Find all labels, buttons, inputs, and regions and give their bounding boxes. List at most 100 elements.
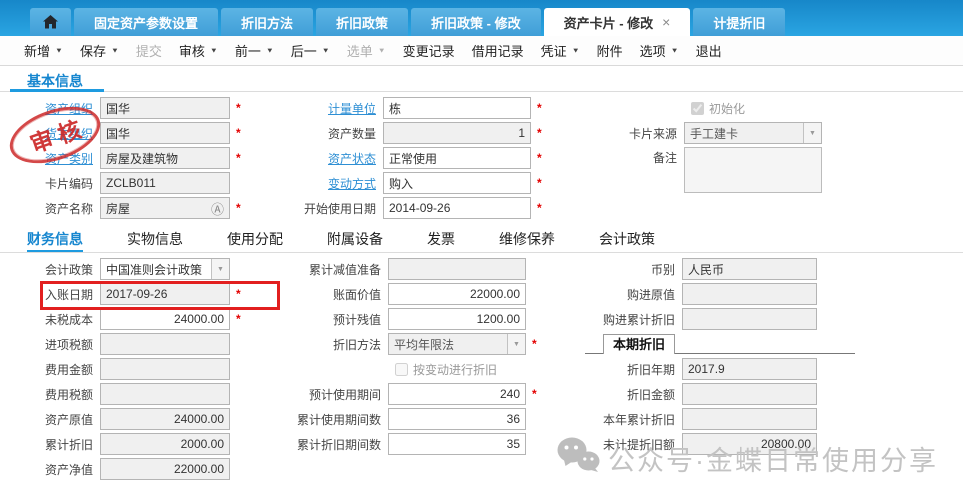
required-marker: * bbox=[236, 126, 241, 140]
asset-status-field[interactable]: 正常使用 bbox=[383, 147, 531, 169]
change-record-button[interactable]: 变更记录 bbox=[403, 41, 455, 60]
highlight-rectangle bbox=[40, 281, 280, 310]
depreciation-period-field: 2017.9 bbox=[682, 358, 817, 380]
next-button[interactable]: 后一▼ bbox=[291, 41, 330, 60]
purchase-original-field bbox=[682, 283, 817, 305]
tab-fixed-asset-params[interactable]: 固定资产参数设置 bbox=[74, 8, 218, 36]
init-checkbox-label: 初始化 bbox=[709, 100, 745, 117]
accum-depreciation-label: 累计折旧 bbox=[0, 436, 100, 453]
expense-tax-label: 费用税额 bbox=[0, 386, 100, 403]
impairment-label: 累计减值准备 bbox=[268, 261, 388, 278]
remark-label: 备注 bbox=[558, 147, 684, 169]
required-marker: * bbox=[532, 387, 537, 401]
dropdown-arrow-icon: ▼ bbox=[111, 47, 119, 55]
card-source-label: 卡片来源 bbox=[558, 125, 684, 142]
asset-status-label[interactable]: 资产状态 bbox=[268, 150, 383, 167]
accum-depreciation-field: 2000.00 bbox=[100, 433, 230, 455]
original-value-field: 24000.00 bbox=[100, 408, 230, 430]
tab-usage-allocation[interactable]: 使用分配 bbox=[227, 229, 283, 253]
required-marker: * bbox=[537, 101, 542, 115]
borrow-record-button[interactable]: 借用记录 bbox=[472, 41, 524, 60]
watermark: 公众号·金蝶日常使用分享 bbox=[556, 436, 938, 481]
expected-periods-field[interactable]: 240 bbox=[388, 383, 526, 405]
basic-column-2: 计量单位 栋 * 资产数量 1 * 资产状态 正常使用 * 变动方式 购入 * … bbox=[268, 97, 542, 222]
owner-org-field: 国华 bbox=[100, 122, 230, 144]
card-code-field: ZCLB011 bbox=[100, 172, 230, 194]
previous-button[interactable]: 前一▼ bbox=[235, 41, 274, 60]
home-icon bbox=[43, 15, 58, 29]
tab-physical-info[interactable]: 实物信息 bbox=[127, 229, 183, 253]
voucher-button[interactable]: 凭证▼ bbox=[541, 41, 580, 60]
used-periods-field: 36 bbox=[388, 408, 526, 430]
depreciation-method-select: 平均年限法 ▼ bbox=[388, 333, 526, 355]
required-marker: * bbox=[236, 101, 241, 115]
depreciation-method-label: 折旧方法 bbox=[268, 336, 388, 353]
input-tax-label: 进项税额 bbox=[0, 336, 100, 353]
depreciate-by-change-row: 按变动进行折旧 bbox=[268, 358, 537, 380]
submit-button: 提交 bbox=[136, 41, 162, 60]
finance-column-2: 累计减值准备 账面价值 22000.00 预计残值 1200.00 折旧方法 平… bbox=[268, 258, 537, 458]
basic-column-3: 初始化 卡片来源 手工建卡 ▼ 备注 bbox=[558, 97, 822, 200]
divider-accent bbox=[10, 89, 104, 92]
change-mode-field[interactable]: 购入 bbox=[383, 172, 531, 194]
residual-value-field[interactable]: 1200.00 bbox=[388, 308, 526, 330]
save-button[interactable]: 保存▼ bbox=[80, 41, 119, 60]
required-marker: * bbox=[236, 201, 241, 215]
tab-provision-depreciation[interactable]: 计提折旧 bbox=[693, 8, 785, 36]
audit-button[interactable]: 审核▼ bbox=[179, 41, 218, 60]
unit-label[interactable]: 计量单位 bbox=[268, 100, 383, 117]
expense-amount-field bbox=[100, 358, 230, 380]
wechat-icon bbox=[556, 436, 600, 481]
tab-maintenance[interactable]: 维修保养 bbox=[499, 229, 555, 253]
multilingual-icon[interactable]: Ⓐ bbox=[211, 199, 224, 218]
quantity-label: 资产数量 bbox=[268, 125, 383, 142]
tab-depreciation-policy[interactable]: 折旧政策 bbox=[316, 8, 408, 36]
divider bbox=[0, 91, 963, 92]
currency-label: 币别 bbox=[560, 261, 682, 278]
book-value-field: 22000.00 bbox=[388, 283, 526, 305]
attachment-button[interactable]: 附件 bbox=[597, 41, 623, 60]
asset-category-field: 房屋及建筑物 bbox=[100, 147, 230, 169]
tab-accounting-policy[interactable]: 会计政策 bbox=[599, 229, 655, 253]
dropdown-arrow-icon: ▼ bbox=[266, 47, 274, 55]
required-marker: * bbox=[537, 126, 542, 140]
tab-depreciation-method[interactable]: 折旧方法 bbox=[221, 8, 313, 36]
init-checkbox bbox=[691, 102, 704, 115]
tab-asset-card-edit[interactable]: 资产卡片 - 修改 × bbox=[544, 8, 691, 36]
options-button[interactable]: 选项▼ bbox=[640, 41, 679, 60]
start-use-date-field[interactable]: 2014-09-26 bbox=[383, 197, 531, 219]
dropdown-arrow-icon: ▼ bbox=[572, 47, 580, 55]
start-use-date-label: 开始使用日期 bbox=[268, 200, 383, 217]
original-value-label: 资产原值 bbox=[0, 411, 100, 428]
accounting-policy-select[interactable]: 中国准则会计政策 ▼ bbox=[100, 258, 230, 280]
home-tab[interactable] bbox=[30, 8, 71, 36]
exit-button[interactable]: 退出 bbox=[696, 41, 722, 60]
required-marker: * bbox=[236, 312, 241, 326]
year-accum-depreciation-field bbox=[682, 408, 817, 430]
dropdown-arrow-icon: ▼ bbox=[322, 47, 330, 55]
tab-invoice[interactable]: 发票 bbox=[427, 229, 455, 253]
purchase-accum-field bbox=[682, 308, 817, 330]
net-value-field: 22000.00 bbox=[100, 458, 230, 480]
chevron-down-icon: ▼ bbox=[507, 334, 525, 354]
chevron-down-icon[interactable]: ▼ bbox=[211, 259, 229, 279]
impairment-field bbox=[388, 258, 526, 280]
change-mode-label[interactable]: 变动方式 bbox=[268, 175, 383, 192]
depreciated-periods-label: 累计折旧期间数 bbox=[268, 436, 388, 453]
unit-field[interactable]: 栋 bbox=[383, 97, 531, 119]
required-marker: * bbox=[532, 337, 537, 351]
depreciation-period-label: 折旧年期 bbox=[560, 361, 682, 378]
chevron-down-icon: ▼ bbox=[803, 123, 821, 143]
close-icon[interactable]: × bbox=[662, 15, 670, 29]
depreciated-periods-field: 35 bbox=[388, 433, 526, 455]
tab-attached-equipment[interactable]: 附属设备 bbox=[327, 229, 383, 253]
divider bbox=[0, 252, 963, 253]
remark-textarea[interactable] bbox=[684, 147, 822, 193]
net-cost-field[interactable]: 24000.00 bbox=[100, 308, 230, 330]
tab-depreciation-policy-edit[interactable]: 折旧政策 - 修改 bbox=[411, 8, 541, 36]
used-periods-label: 累计使用期间数 bbox=[268, 411, 388, 428]
tab-finance-info[interactable]: 财务信息 bbox=[27, 229, 83, 253]
depreciation-amount-field bbox=[682, 383, 817, 405]
required-marker: * bbox=[537, 201, 542, 215]
new-button[interactable]: 新增▼ bbox=[24, 41, 63, 60]
